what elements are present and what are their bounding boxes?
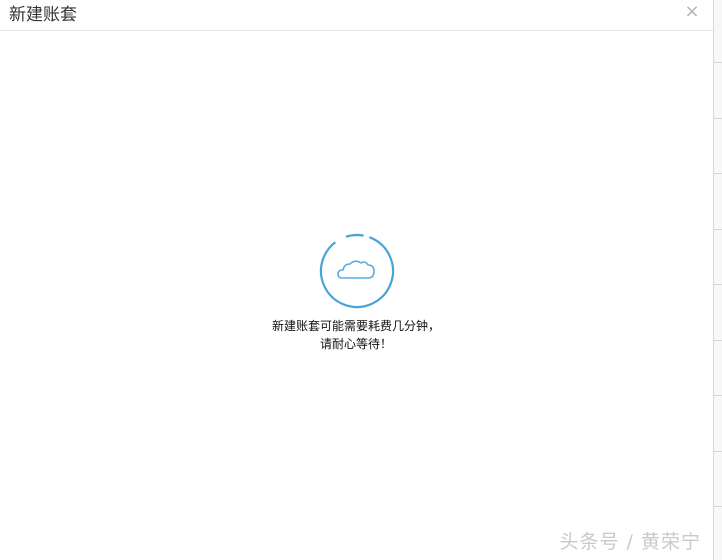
screen: 新建账套 × 新建账套可能需要耗费几分钟， 请耐心等待！ 头条号 / 黄荣宁: [0, 0, 722, 560]
close-icon[interactable]: ×: [683, 3, 701, 21]
loading-message-line2: 请耐心等待！: [319, 337, 392, 351]
cloud-icon: [337, 260, 375, 279]
new-account-set-dialog: 新建账套 × 新建账套可能需要耗费几分钟， 请耐心等待！ 头条号 / 黄荣宁: [0, 0, 714, 560]
loading-spinner: [316, 230, 398, 312]
loading-message: 新建账套可能需要耗费几分钟， 请耐心等待！: [236, 317, 476, 353]
dialog-title: 新建账套: [9, 5, 77, 25]
background-edge: [714, 0, 722, 560]
watermark: 头条号 / 黄荣宁: [559, 531, 701, 553]
loading-message-line1: 新建账套可能需要耗费几分钟，: [271, 319, 440, 333]
spinner-ring: [319, 233, 395, 309]
dialog-header: 新建账套 ×: [0, 0, 713, 31]
